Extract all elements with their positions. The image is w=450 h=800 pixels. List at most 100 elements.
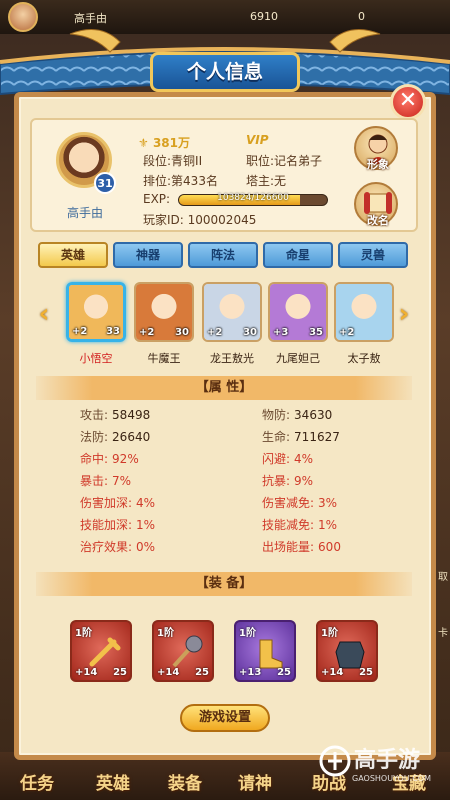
attribute-value: 9% xyxy=(294,474,314,488)
appearance-button[interactable]: 形象 xyxy=(354,126,398,171)
watermark-icon xyxy=(319,745,351,777)
attribute-key: 治疗效果: xyxy=(80,540,133,554)
hero-card[interactable]: +2 33 xyxy=(66,282,126,342)
hero-plus: +3 xyxy=(273,327,289,338)
hero-card[interactable]: +2 xyxy=(334,282,394,342)
tab-spirit-beasts[interactable]: 灵兽 xyxy=(338,242,408,268)
attribute-key: 法防: xyxy=(80,430,109,444)
attribute-key: 暴击: xyxy=(80,474,109,488)
bottom-nav-item[interactable]: 请神 xyxy=(238,769,272,794)
equipment-level: 25 xyxy=(277,667,291,678)
attribute-row: 攻击: 58498 xyxy=(80,406,150,423)
attribute-value: 1% xyxy=(318,518,338,532)
player-id: 玩家ID: 100002045 xyxy=(143,213,257,227)
attribute-value: 1% xyxy=(136,518,156,532)
hero-name: 九尾妲己 xyxy=(276,352,320,365)
attribute-key: 抗暴: xyxy=(262,474,291,488)
attribute-row: 出场能量: 600 xyxy=(262,538,341,555)
attribute-row: 伤害加深: 4% xyxy=(80,494,155,511)
equipment-slot[interactable]: 1阶 +14 25 xyxy=(152,620,214,682)
hero-card[interactable]: +2 30 xyxy=(202,282,262,342)
attribute-value: 92% xyxy=(112,452,139,466)
equipment-tier: 1阶 xyxy=(321,628,338,639)
watermark-logo: 高手游 GAOSHOUYOU.COM xyxy=(316,740,446,792)
equipment-slot[interactable]: 1阶 +14 25 xyxy=(70,620,132,682)
equipment-level: 25 xyxy=(195,667,209,678)
hero-level: 30 xyxy=(175,327,189,338)
tab-artifacts[interactable]: 神器 xyxy=(113,242,183,268)
attribute-value: 26640 xyxy=(112,430,151,444)
hero-plus: +2 xyxy=(139,327,155,338)
attribute-key: 命中: xyxy=(80,452,109,466)
hero-level: 35 xyxy=(309,327,323,338)
hero-card[interactable]: +3 35 xyxy=(268,282,328,342)
hero-name: 龙王敖光 xyxy=(210,352,254,365)
tab-destiny-stars[interactable]: 命星 xyxy=(263,242,333,268)
tab-heroes[interactable]: 英雄 xyxy=(38,242,108,268)
category-tabs: 英雄 神器 阵法 命星 灵兽 xyxy=(38,242,410,270)
attribute-row: 暴击: 7% xyxy=(80,472,131,489)
attribute-key: 伤害减免: xyxy=(262,496,315,510)
bottom-nav-item[interactable]: 装备 xyxy=(168,769,202,794)
hero-card[interactable]: +2 30 xyxy=(134,282,194,342)
attribute-row: 治疗效果: 0% xyxy=(80,538,155,555)
exp-text: 103824/126600 xyxy=(217,193,289,203)
equipment-header: 【装 备】 xyxy=(36,572,412,596)
attribute-key: 生命: xyxy=(262,430,291,444)
attribute-row: 技能加深: 1% xyxy=(80,516,155,533)
scroll-left-arrow[interactable]: ‹ xyxy=(34,300,54,330)
hero-plus: +2 xyxy=(339,327,355,338)
attribute-row: 闪避: 4% xyxy=(262,450,313,467)
attribute-row: 法防: 26640 xyxy=(80,428,150,445)
rename-button[interactable]: 改名 xyxy=(354,182,398,227)
attribute-key: 出场能量: xyxy=(262,540,315,554)
close-button[interactable]: ✕ xyxy=(390,84,426,120)
equipment-slot[interactable]: 1阶 +14 25 xyxy=(316,620,378,682)
tab-formation[interactable]: 阵法 xyxy=(188,242,258,268)
vip-badge: VIP xyxy=(246,133,269,147)
equipment-tier: 1阶 xyxy=(157,628,174,639)
equipment-level: 25 xyxy=(113,667,127,678)
attribute-key: 技能加深: xyxy=(80,518,133,532)
scroll-right-arrow[interactable]: › xyxy=(394,300,414,330)
hero-plus: +2 xyxy=(207,327,223,338)
attribute-value: 600 xyxy=(318,540,341,554)
bottom-nav-item[interactable]: 任务 xyxy=(20,769,54,794)
equipment-plus: +13 xyxy=(239,667,262,678)
attribute-row: 技能减免: 1% xyxy=(262,516,337,533)
position-title: 职位:记名弟子 xyxy=(246,154,323,168)
attribute-value: 711627 xyxy=(294,430,340,444)
attribute-key: 技能减免: xyxy=(262,518,315,532)
attribute-value: 34630 xyxy=(294,408,333,422)
player-name: 高手由 xyxy=(66,206,103,220)
bottom-nav-item[interactable]: 英雄 xyxy=(96,769,130,794)
equipment-plus: +14 xyxy=(321,667,344,678)
ranking: 排位:第433名 xyxy=(143,174,218,188)
attribute-value: 7% xyxy=(112,474,132,488)
attribute-row: 物防: 34630 xyxy=(262,406,332,423)
hero-level: 33 xyxy=(106,326,120,337)
attribute-row: 抗暴: 9% xyxy=(262,472,313,489)
equipment-level: 25 xyxy=(359,667,373,678)
gold-amount: ⚜ 381万 xyxy=(138,136,190,150)
hero-level: 30 xyxy=(243,327,257,338)
rank-tier: 段位:青铜II xyxy=(143,154,203,168)
game-settings-button[interactable]: 游戏设置 xyxy=(180,704,270,732)
background-side-label: 取 xyxy=(438,572,448,583)
page-title: 个人信息 xyxy=(150,52,300,92)
equipment-plus: +14 xyxy=(157,667,180,678)
hero-name: 牛魔王 xyxy=(147,352,181,365)
attribute-value: 3% xyxy=(318,496,338,510)
attribute-value: 4% xyxy=(136,496,156,510)
attributes-header: 【属 性】 xyxy=(36,376,412,400)
exp-label: EXP: xyxy=(143,192,171,206)
hero-name: 小悟空 xyxy=(79,352,113,365)
equipment-plus: +14 xyxy=(75,667,98,678)
hero-name: 太子敖 xyxy=(347,352,381,365)
attribute-row: 命中: 92% xyxy=(80,450,139,467)
background-side-label: 卡 xyxy=(438,628,448,639)
player-level-badge: 31 xyxy=(94,172,116,194)
equipment-slot[interactable]: 1阶 +13 25 xyxy=(234,620,296,682)
attribute-key: 物防: xyxy=(262,408,291,422)
attribute-key: 伤害加深: xyxy=(80,496,133,510)
